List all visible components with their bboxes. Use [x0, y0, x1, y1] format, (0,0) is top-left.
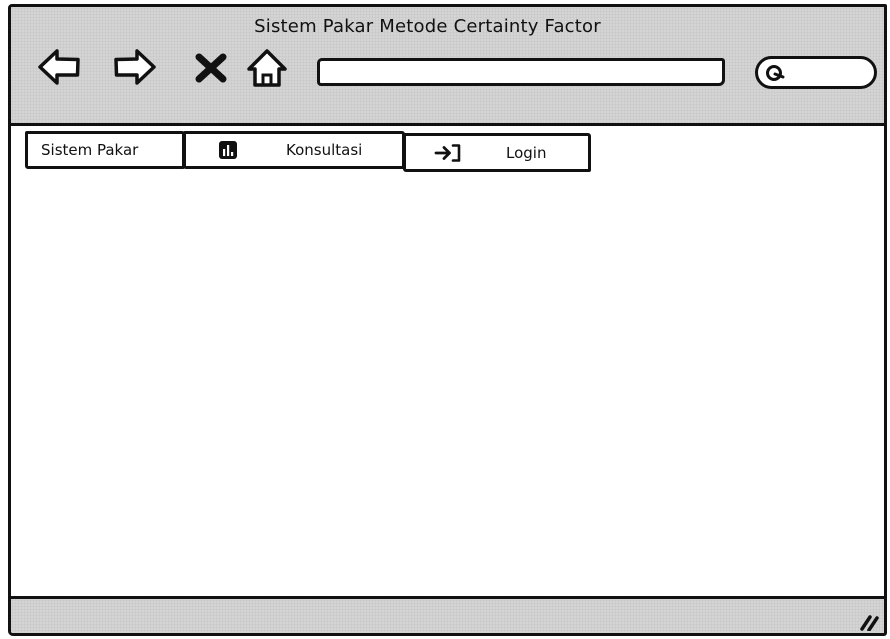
login-icon — [434, 143, 462, 163]
home-icon — [247, 49, 287, 87]
menu-item-label: Sistem Pakar — [41, 141, 139, 159]
menu-item-label: Login — [506, 143, 547, 162]
back-button[interactable] — [37, 45, 81, 89]
stop-button[interactable] — [194, 45, 228, 89]
menu-item-sistem-pakar[interactable]: Sistem Pakar — [25, 131, 185, 169]
window-title: Sistem Pakar Metode Certainty Factor — [254, 16, 601, 37]
arrow-left-icon — [38, 49, 80, 85]
forward-button[interactable] — [113, 45, 157, 89]
close-icon — [195, 53, 227, 83]
address-bar[interactable] — [317, 58, 725, 86]
resize-grip-icon[interactable] — [858, 609, 880, 631]
menu-item-label: Konsultasi — [286, 141, 363, 159]
search-input[interactable] — [755, 56, 877, 89]
title-bar: Sistem Pakar Metode Certainty Factor — [11, 7, 884, 126]
bar-chart-icon — [218, 140, 238, 160]
status-bar — [11, 596, 884, 633]
home-button[interactable] — [246, 45, 288, 89]
menu-item-konsultasi[interactable]: Konsultasi — [183, 131, 405, 169]
search-icon — [766, 65, 785, 81]
browser-window: Sistem Pakar Metode Certainty Factor Sis… — [8, 4, 887, 636]
arrow-right-icon — [114, 49, 156, 85]
menu-item-login[interactable]: Login — [403, 133, 591, 172]
content-area — [11, 171, 884, 599]
